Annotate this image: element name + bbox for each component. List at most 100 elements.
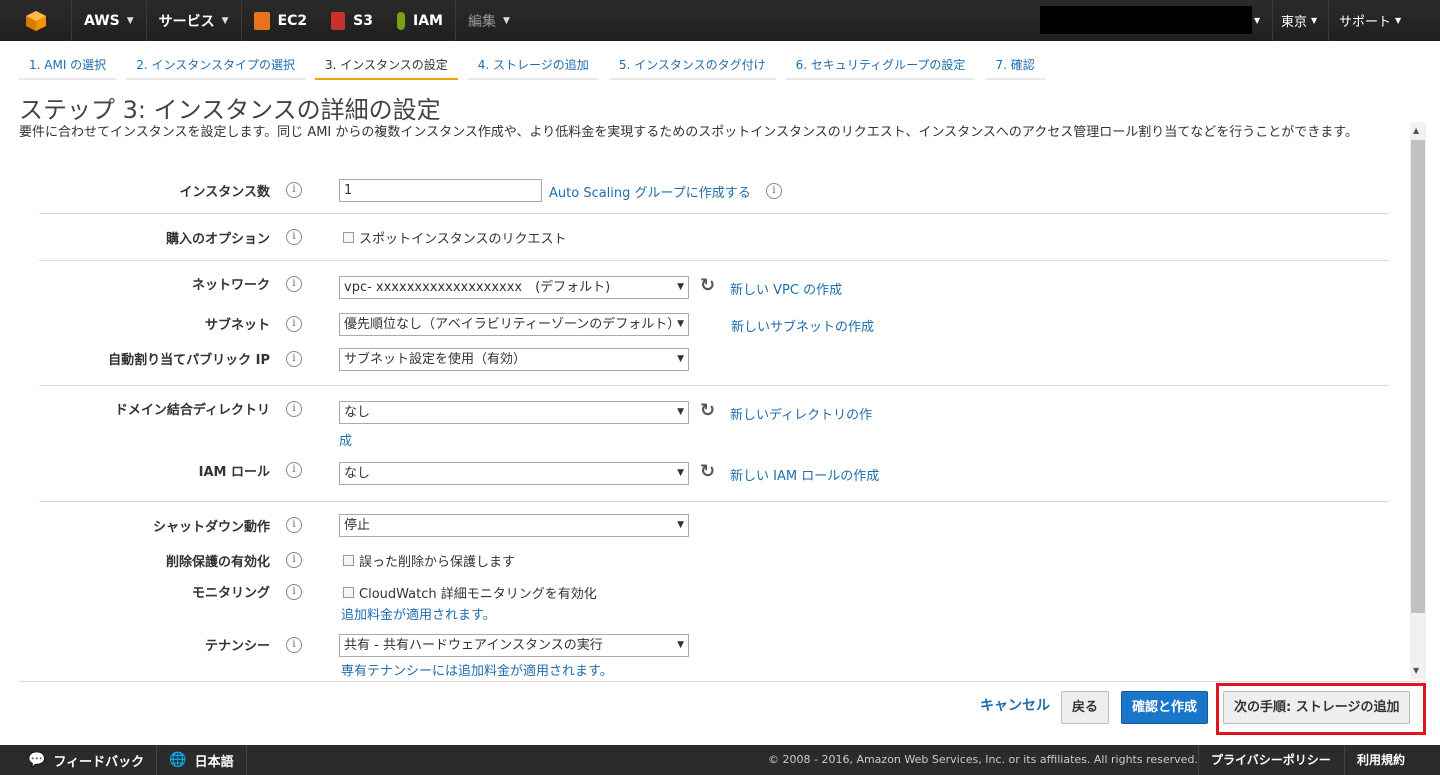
info-icon[interactable]: i <box>286 182 302 198</box>
review-and-launch-button[interactable]: 確認と作成 <box>1121 691 1209 724</box>
feedback-label: フィードバック <box>53 754 145 770</box>
checkbox-box[interactable] <box>343 232 354 243</box>
footer: 💬 フィードバック 🌐 日本語 © 2008 - 2016, Amazon We… <box>0 745 1440 775</box>
iam-role-label: IAM ロール <box>198 465 270 480</box>
scrollbar-thumb[interactable] <box>1411 140 1425 613</box>
info-icon[interactable]: i <box>766 183 782 199</box>
tab-security-group[interactable]: 6. セキュリティグループの設定 <box>785 50 976 80</box>
chevron-down-icon: ▼ <box>502 15 510 26</box>
s3-shortcut[interactable]: S3 <box>319 0 385 41</box>
network-label: ネットワーク <box>191 278 270 293</box>
back-button[interactable]: 戻る <box>1061 691 1110 724</box>
refresh-icon[interactable]: ↻ <box>700 461 715 482</box>
tenancy-select[interactable]: 共有 - 共有ハードウェアインスタンスの実行 ▼ <box>339 634 689 657</box>
dropdown-arrow-icon: ▼ <box>677 640 684 650</box>
highlight-box <box>1216 683 1426 735</box>
account-menu[interactable] <box>1040 6 1252 34</box>
tab-configure-instance[interactable]: 3. インスタンスの設定 <box>314 50 458 80</box>
region-menu[interactable]: 東京 ▼ <box>1272 0 1317 41</box>
page-description: 要件に合わせてインスタンスを設定します。同じ AMI からの複数インスタンス作成… <box>19 125 1358 140</box>
dropdown-arrow-icon: ▼ <box>677 319 684 329</box>
ec2-shortcut[interactable]: EC2 <box>242 0 320 41</box>
page-title: ステップ 3: インスタンスの詳細の設定 <box>19 96 441 124</box>
tab-review[interactable]: 7. 確認 <box>985 50 1045 80</box>
edit-menu[interactable]: 編集 ▼ <box>456 0 522 41</box>
account-chevron[interactable]: ▼ <box>1250 0 1260 41</box>
terms-of-use-link[interactable]: 利用規約 <box>1344 745 1417 775</box>
language-label: 日本語 <box>194 754 234 770</box>
network-select[interactable]: vpc- xxxxxxxxxxxxxxxxxxx (デフォルト) ▼ <box>339 276 689 299</box>
scroll-down-icon[interactable]: ▼ <box>1413 666 1419 675</box>
support-menu[interactable]: サポート ▼ <box>1328 0 1401 41</box>
termination-protection-label: 削除保護の有効化 <box>165 555 270 570</box>
info-icon[interactable]: i <box>286 351 302 367</box>
speech-bubble-icon: 💬 <box>28 752 46 768</box>
shutdown-behavior-select[interactable]: 停止 ▼ <box>339 514 689 537</box>
divider <box>39 213 1389 214</box>
chevron-down-icon: ▼ <box>221 15 229 26</box>
services-menu-label: サービス <box>158 13 215 30</box>
checkbox-box[interactable] <box>343 587 354 598</box>
chevron-down-icon: ▼ <box>1395 16 1402 25</box>
tenancy-label: テナンシー <box>204 639 270 654</box>
info-icon[interactable]: i <box>286 276 302 292</box>
privacy-policy-link[interactable]: プライバシーポリシー <box>1198 745 1343 775</box>
checkbox-box[interactable] <box>343 555 354 566</box>
purchase-option-label: 購入のオプション <box>165 232 270 247</box>
dropdown-arrow-icon: ▼ <box>677 520 684 530</box>
aws-logo-button[interactable] <box>0 0 72 41</box>
instance-count-label: インスタンス数 <box>179 185 270 200</box>
shutdown-behavior-label: シャットダウン動作 <box>152 520 270 535</box>
iam-shortcut[interactable]: IAM <box>385 0 456 41</box>
refresh-icon[interactable]: ↻ <box>700 275 715 296</box>
iam-role-select[interactable]: なし ▼ <box>339 462 689 485</box>
monitoring-text: CloudWatch 詳細モニタリングを有効化 <box>359 587 597 602</box>
aws-menu[interactable]: AWS ▼ <box>72 0 147 41</box>
monitoring-label: モニタリング <box>191 586 270 601</box>
dropdown-arrow-icon: ▼ <box>677 407 684 417</box>
info-icon[interactable]: i <box>286 316 302 332</box>
instance-count-input[interactable]: 1 <box>339 179 542 202</box>
support-label: サポート <box>1339 15 1392 30</box>
create-iam-role-link[interactable]: 新しい IAM ロールの作成 <box>730 465 879 484</box>
tab-add-tags[interactable]: 5. インスタンスのタグ付け <box>608 50 776 80</box>
tenancy-charges-link[interactable]: 専有テナンシーには追加料金が適用されます。 <box>341 660 613 679</box>
create-directory-link[interactable]: 新しいディレクトリの作 <box>730 404 872 423</box>
info-icon[interactable]: i <box>286 517 302 533</box>
cancel-button[interactable]: キャンセル <box>970 691 1060 724</box>
divider <box>39 260 1389 261</box>
monitoring-checkbox[interactable]: CloudWatch 詳細モニタリングを有効化 <box>343 583 597 602</box>
create-vpc-link[interactable]: 新しい VPC の作成 <box>730 279 842 298</box>
termination-protection-checkbox[interactable]: 誤った削除から保護します <box>343 551 515 570</box>
s3-label: S3 <box>353 12 373 29</box>
domain-directory-select[interactable]: なし ▼ <box>339 401 689 424</box>
info-icon[interactable]: i <box>286 401 302 417</box>
create-subnet-link[interactable]: 新しいサブネットの作成 <box>731 316 874 335</box>
info-icon[interactable]: i <box>286 584 302 600</box>
public-ip-select[interactable]: サブネット設定を使用（有効） ▼ <box>339 348 689 371</box>
spot-request-checkbox[interactable]: スポットインスタンスのリクエスト <box>343 228 566 247</box>
info-icon[interactable]: i <box>286 462 302 478</box>
tab-add-storage[interactable]: 4. ストレージの追加 <box>467 50 599 80</box>
scroll-up-icon[interactable]: ▲ <box>1413 126 1419 135</box>
info-icon[interactable]: i <box>286 552 302 568</box>
language-selector[interactable]: 🌐 日本語 <box>157 745 247 775</box>
refresh-icon[interactable]: ↻ <box>700 400 715 421</box>
domain-directory-value: なし <box>344 405 371 420</box>
info-icon[interactable]: i <box>286 229 302 245</box>
create-directory-link-cont[interactable]: 成 <box>339 430 352 449</box>
tab-choose-instance-type[interactable]: 2. インスタンスタイプの選択 <box>126 50 305 80</box>
shutdown-behavior-value: 停止 <box>344 518 371 533</box>
subnet-select[interactable]: 優先順位なし（アベイラビリティーゾーンのデフォルト） ▼ <box>339 313 689 336</box>
chevron-down-icon: ▼ <box>126 15 134 26</box>
tab-choose-ami[interactable]: 1. AMI の選択 <box>19 50 117 80</box>
services-menu[interactable]: サービス ▼ <box>147 0 242 41</box>
dropdown-arrow-icon: ▼ <box>677 282 684 292</box>
s3-icon <box>331 11 346 30</box>
monitoring-charges-link[interactable]: 追加料金が適用されます。 <box>341 604 496 623</box>
info-icon[interactable]: i <box>286 637 302 653</box>
aws-cube-icon <box>25 10 46 31</box>
divider <box>39 385 1389 386</box>
feedback-button[interactable]: 💬 フィードバック <box>0 745 158 775</box>
auto-scaling-link[interactable]: Auto Scaling グループに作成する <box>549 182 751 201</box>
